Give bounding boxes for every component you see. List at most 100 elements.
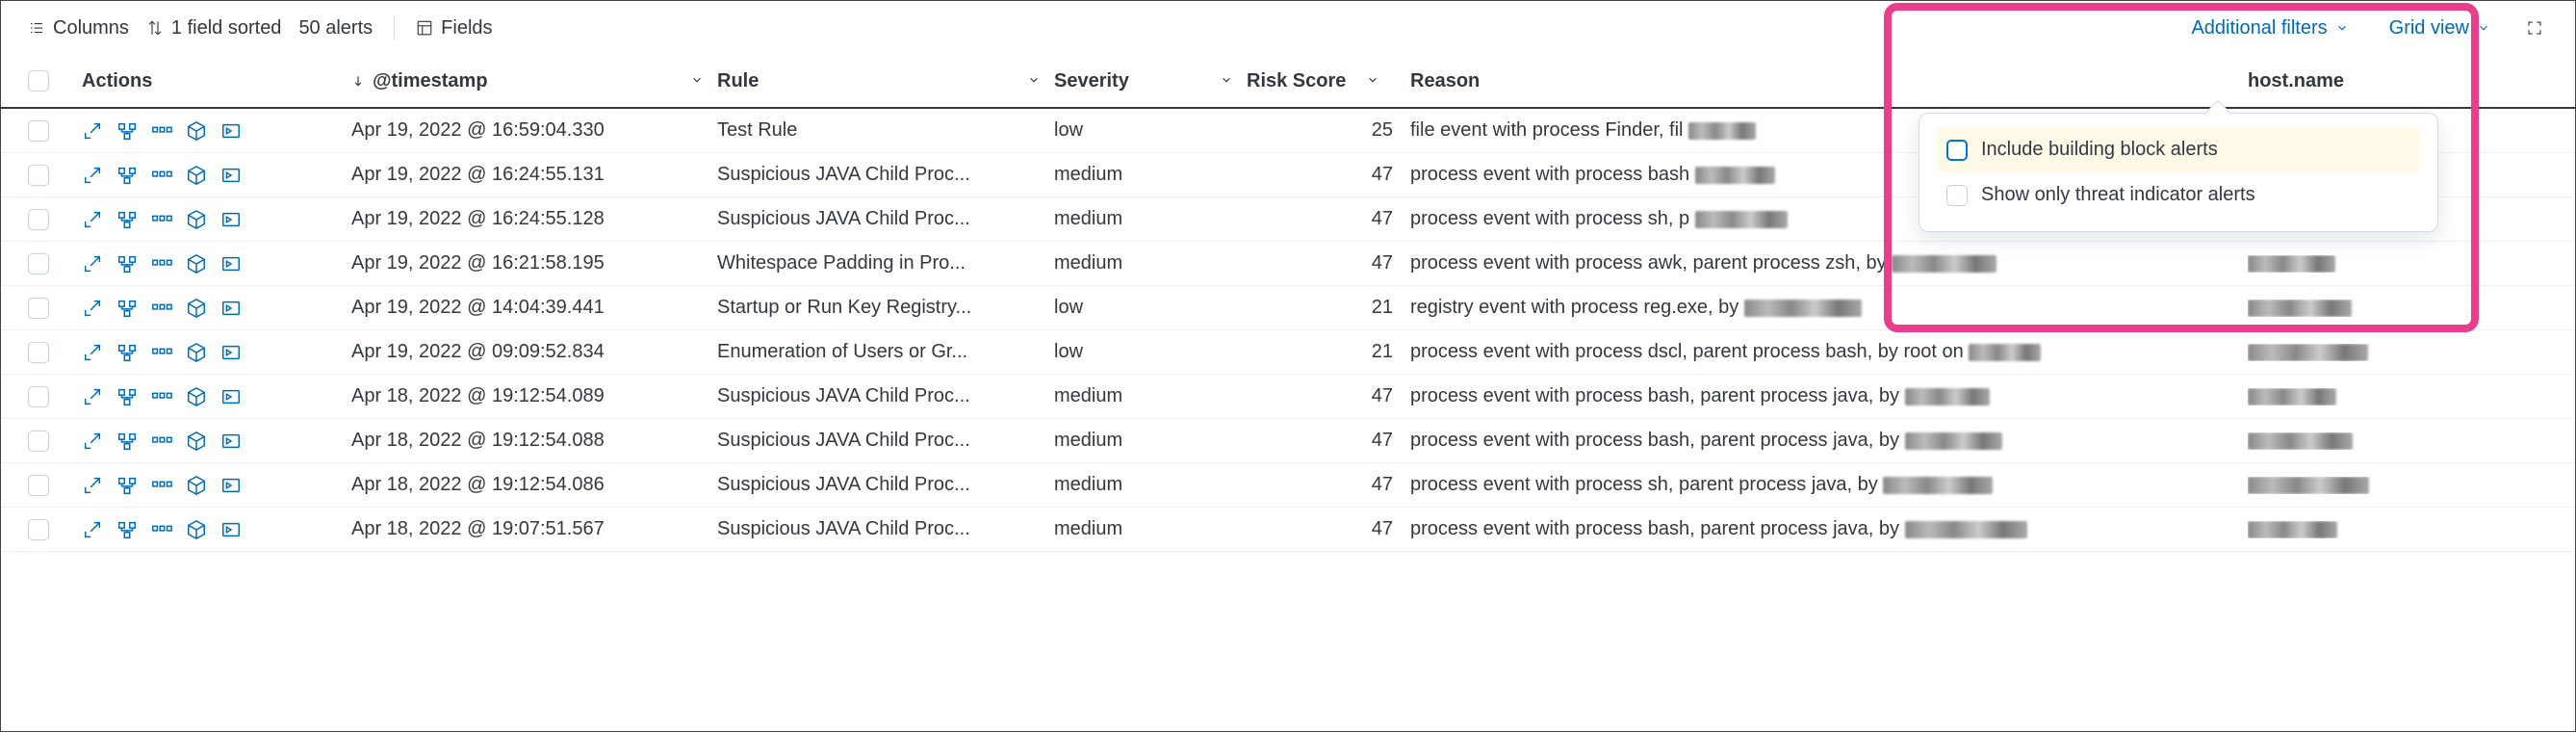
table-row: Apr 18, 2022 @ 19:07:51.567Suspicious JA…	[1, 508, 2575, 552]
table-row: Apr 18, 2022 @ 19:12:54.089Suspicious JA…	[1, 375, 2575, 419]
timeline-icon[interactable]	[220, 386, 242, 407]
cell-timestamp: Apr 19, 2022 @ 16:24:55.131	[351, 164, 605, 186]
cube-icon[interactable]	[186, 342, 207, 363]
fields-button[interactable]: Fields	[416, 17, 492, 39]
cube-icon[interactable]	[186, 209, 207, 230]
header-rule[interactable]: Rule	[717, 70, 1054, 92]
expand-icon[interactable]	[82, 253, 103, 274]
sort-desc-icon	[351, 74, 365, 88]
timeline-icon[interactable]	[220, 253, 242, 274]
expand-icon[interactable]	[82, 298, 103, 319]
analyze-icon[interactable]	[116, 120, 138, 142]
table-row: Apr 19, 2022 @ 16:21:58.195Whitespace Pa…	[1, 242, 2575, 286]
expand-icon[interactable]	[82, 519, 103, 540]
cell-rule: Whitespace Padding in Pro...	[717, 252, 966, 274]
redacted-host	[2248, 300, 2352, 317]
row-checkbox[interactable]	[28, 475, 49, 496]
row-checkbox[interactable]	[28, 342, 49, 363]
cell-timestamp: Apr 19, 2022 @ 14:04:39.441	[351, 297, 605, 319]
header-host-label: host.name	[2248, 70, 2344, 92]
row-checkbox[interactable]	[28, 431, 49, 452]
expand-icon[interactable]	[82, 342, 103, 363]
cube-icon[interactable]	[186, 475, 207, 496]
analyze-icon[interactable]	[116, 431, 138, 452]
grid-view-button[interactable]: Grid view	[2389, 17, 2490, 39]
cell-severity: medium	[1054, 385, 1122, 407]
option-threat-indicator-alerts[interactable]: Show only threat indicator alerts	[1937, 172, 2420, 218]
expand-icon[interactable]	[82, 386, 103, 407]
option-building-block-alerts[interactable]: Include building block alerts	[1937, 127, 2420, 172]
row-checkbox[interactable]	[28, 386, 49, 407]
timeline-icon[interactable]	[220, 475, 242, 496]
analyze-icon[interactable]	[116, 475, 138, 496]
session-icon[interactable]	[151, 298, 172, 319]
row-checkbox[interactable]	[28, 165, 49, 186]
row-checkbox[interactable]	[28, 298, 49, 319]
analyze-icon[interactable]	[116, 298, 138, 319]
header-timestamp[interactable]: @timestamp	[351, 70, 717, 92]
expand-icon[interactable]	[82, 209, 103, 230]
timeline-icon[interactable]	[220, 209, 242, 230]
expand-icon[interactable]	[82, 120, 103, 142]
expand-icon[interactable]	[82, 165, 103, 186]
row-checkbox[interactable]	[28, 519, 49, 540]
expand-icon[interactable]	[82, 431, 103, 452]
fullscreen-button[interactable]	[2521, 14, 2548, 41]
header-reason[interactable]: Reason	[1410, 70, 2248, 92]
sort-button[interactable]: 1 field sorted	[146, 17, 282, 39]
row-checkbox[interactable]	[28, 120, 49, 142]
header-host[interactable]: host.name	[2248, 70, 2488, 92]
cell-risk: 25	[1372, 119, 1393, 142]
cube-icon[interactable]	[186, 253, 207, 274]
analyze-icon[interactable]	[116, 209, 138, 230]
cube-icon[interactable]	[186, 519, 207, 540]
analyze-icon[interactable]	[116, 342, 138, 363]
timeline-icon[interactable]	[220, 342, 242, 363]
expand-icon[interactable]	[82, 475, 103, 496]
cube-icon[interactable]	[186, 431, 207, 452]
timeline-icon[interactable]	[220, 431, 242, 452]
row-checkbox[interactable]	[28, 209, 49, 230]
cube-icon[interactable]	[186, 386, 207, 407]
analyze-icon[interactable]	[116, 253, 138, 274]
header-risk[interactable]: Risk Score	[1247, 70, 1410, 92]
header-severity[interactable]: Severity	[1054, 70, 1247, 92]
analyze-icon[interactable]	[116, 386, 138, 407]
cube-icon[interactable]	[186, 120, 207, 142]
checkbox-building-block[interactable]	[1946, 140, 1968, 161]
analyze-icon[interactable]	[116, 165, 138, 186]
cell-reason: registry event with process reg.exe, by	[1410, 297, 1739, 319]
session-icon[interactable]	[151, 431, 172, 452]
checkbox-threat-indicator[interactable]	[1946, 185, 1968, 206]
cube-icon[interactable]	[186, 298, 207, 319]
cell-reason: process event with process awk, parent p…	[1410, 252, 1887, 274]
session-icon[interactable]	[151, 165, 172, 186]
select-all-checkbox[interactable]	[28, 70, 49, 92]
cube-icon[interactable]	[186, 165, 207, 186]
analyze-icon[interactable]	[116, 519, 138, 540]
table-toolbar: Columns 1 field sorted 50 alerts Fields …	[1, 1, 2575, 55]
session-icon[interactable]	[151, 475, 172, 496]
session-icon[interactable]	[151, 120, 172, 142]
session-icon[interactable]	[151, 209, 172, 230]
session-icon[interactable]	[151, 253, 172, 274]
timeline-icon[interactable]	[220, 120, 242, 142]
session-icon[interactable]	[151, 386, 172, 407]
grid-view-label: Grid view	[2389, 17, 2469, 39]
timeline-icon[interactable]	[220, 519, 242, 540]
row-checkbox[interactable]	[28, 253, 49, 274]
timeline-icon[interactable]	[220, 298, 242, 319]
chevron-down-icon	[1027, 73, 1041, 87]
additional-filters-button[interactable]: Additional filters	[2191, 17, 2348, 39]
row-actions	[82, 386, 351, 407]
redacted-host	[2248, 388, 2336, 405]
redacted	[1969, 344, 2041, 361]
timeline-icon[interactable]	[220, 165, 242, 186]
sort-icon	[146, 19, 164, 37]
columns-button[interactable]: Columns	[28, 17, 129, 39]
cell-timestamp: Apr 19, 2022 @ 16:24:55.128	[351, 208, 605, 230]
session-icon[interactable]	[151, 519, 172, 540]
cell-severity: low	[1054, 341, 1083, 363]
alerts-count-label: 50 alerts	[298, 17, 373, 39]
session-icon[interactable]	[151, 342, 172, 363]
